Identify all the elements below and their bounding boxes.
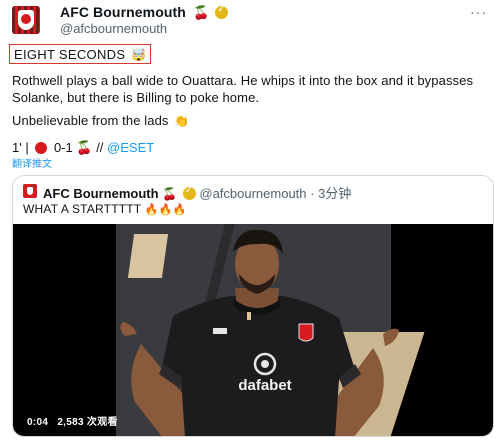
quoted-text: WHAT A STARTTTTT 🔥🔥🔥 bbox=[23, 202, 186, 216]
quoted-author: AFC Bournemouth 🍒 @afcbournemouth · 3分钟 bbox=[43, 183, 351, 202]
score-separator: // bbox=[96, 140, 104, 155]
tweet-headline: EIGHT SECONDS 🤯 bbox=[9, 44, 152, 64]
video-player[interactable]: dafabet bbox=[13, 224, 493, 436]
video-view-count: 2,583 次观看 bbox=[57, 417, 118, 428]
video-timestamp: 0:04 bbox=[27, 417, 49, 428]
author-name-text[interactable]: AFC Bournemouth bbox=[60, 4, 186, 20]
red-circle-icon bbox=[35, 142, 48, 154]
club-crest-icon bbox=[18, 10, 34, 30]
quoted-handle-time: @afcbournemouth · 3分钟 bbox=[199, 186, 352, 201]
headline-text: EIGHT SECONDS bbox=[14, 47, 126, 62]
score-line: 1' | 0-1 🍒 // @ESET bbox=[12, 140, 154, 156]
cherry-icon: 🍒 bbox=[162, 187, 178, 201]
sponsor-mention-link[interactable]: @ESET bbox=[107, 140, 154, 155]
score-value: 0-1 bbox=[53, 140, 73, 155]
shirt-sponsor-text: dafabet bbox=[238, 377, 291, 394]
author-avatar[interactable] bbox=[12, 6, 40, 34]
tweet-body-second: Unbelievable from the lads 👏 bbox=[12, 113, 189, 128]
verified-icon bbox=[182, 185, 196, 200]
quoted-tweet[interactable]: AFC Bournemouth 🍒 @afcbournemouth · 3分钟 … bbox=[12, 175, 494, 437]
translate-tweet-link[interactable]: 翻译推文 bbox=[12, 155, 52, 170]
clapping-hands-icon: 👏 bbox=[174, 114, 190, 128]
author-name[interactable]: AFC Bournemouth 🍒 bbox=[60, 4, 229, 21]
cherry-icon: 🍒 bbox=[192, 5, 210, 20]
author-handle[interactable]: @afcbournemouth bbox=[60, 21, 167, 36]
quoted-author-name: AFC Bournemouth bbox=[43, 186, 159, 201]
video-frame-player: dafabet bbox=[120, 229, 399, 436]
cherry-icon: 🍒 bbox=[76, 140, 93, 155]
fire-icon: 🔥🔥🔥 bbox=[144, 204, 187, 216]
video-stats: 0:04 2,583 次观看 bbox=[27, 413, 118, 428]
tweet: AFC Bournemouth 🍒 @afcbournemouth ··· EI… bbox=[0, 0, 500, 440]
tweet-body: Rothwell plays a ball wide to Ouattara. … bbox=[12, 73, 474, 105]
tweet-body-second-text: Unbelievable from the lads bbox=[12, 113, 169, 128]
quoted-text-body: WHAT A STARTTTTT bbox=[23, 202, 142, 216]
exploding-head-icon: 🤯 bbox=[131, 48, 147, 62]
verified-icon bbox=[215, 4, 229, 19]
more-options-button[interactable]: ··· bbox=[470, 4, 487, 20]
quoted-author-avatar bbox=[23, 184, 37, 198]
score-minute: 1' | bbox=[12, 140, 29, 155]
